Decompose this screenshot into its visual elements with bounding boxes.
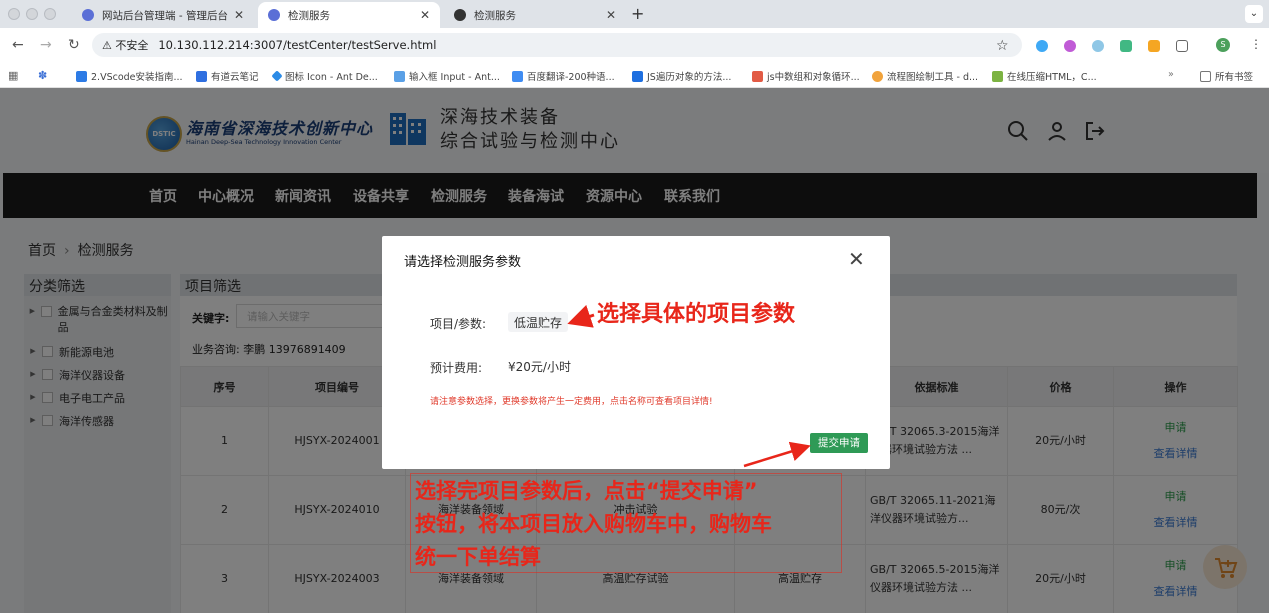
browser-tab-admin[interactable]: 网站后台管理端 - 管理后台 ✕ bbox=[72, 2, 254, 28]
reload-icon[interactable]: ↻ bbox=[68, 37, 80, 53]
tab-close-icon[interactable]: ✕ bbox=[606, 8, 616, 22]
security-warning[interactable]: ⚠ 不安全 bbox=[102, 37, 148, 53]
annotation-arrow-param bbox=[567, 304, 595, 328]
bookmark-item[interactable]: 2.VScode安装指南... bbox=[76, 69, 183, 83]
forward-arrow-icon[interactable]: → bbox=[40, 37, 52, 53]
browser-tab-testserve-2[interactable]: 检测服务 ✕ bbox=[444, 2, 626, 28]
annotation-select-param: 选择具体的项目参数 bbox=[597, 302, 796, 327]
antd-icon bbox=[271, 70, 283, 82]
vscode-icon bbox=[76, 70, 87, 82]
globe-icon bbox=[454, 9, 466, 21]
vuetify-icon bbox=[394, 70, 405, 82]
all-bookmarks-button[interactable]: 所有书签 bbox=[1200, 69, 1253, 83]
address-bar[interactable]: ⚠ 不安全 10.130.112.214:3007/testCenter/tes… bbox=[92, 33, 1022, 57]
extension-vue-icon[interactable] bbox=[1120, 40, 1132, 52]
browser-tab-testserve[interactable]: 检测服务 ✕ bbox=[258, 2, 440, 28]
paw-icon[interactable]: ✽ bbox=[38, 69, 47, 82]
juejin-icon bbox=[752, 70, 763, 82]
bookmark-item[interactable]: js中数组和对象循环... bbox=[752, 69, 860, 83]
tab-search-chevron-icon[interactable]: ⌄ bbox=[1245, 5, 1263, 23]
extension-gear-icon[interactable] bbox=[1092, 40, 1104, 52]
tab-title: 网站后台管理端 - 管理后台 bbox=[102, 9, 228, 22]
bookmark-star-icon[interactable]: ☆ bbox=[996, 38, 1009, 54]
bookmark-item[interactable]: 图标 Icon - Ant De... bbox=[271, 69, 378, 83]
url-text: 10.130.112.214:3007/testCenter/testServe… bbox=[158, 38, 437, 52]
bookmarks-bar: ▦ ✽ 2.VScode安装指南... 有道云笔记 图标 Icon - Ant … bbox=[0, 62, 1269, 88]
window-close-dot[interactable] bbox=[8, 8, 20, 20]
annotation-arrow-submit bbox=[743, 441, 811, 468]
bookmark-item[interactable]: 流程图绘制工具 - d... bbox=[872, 69, 978, 83]
browser-tab-strip: 网站后台管理端 - 管理后台 ✕ 检测服务 ✕ 检测服务 ✕ + ⌄ bbox=[0, 0, 1269, 28]
window-minimize-dot[interactable] bbox=[26, 8, 38, 20]
browser-toolbar: ← → ↻ ⚠ 不安全 10.130.112.214:3007/testCent… bbox=[0, 28, 1269, 62]
flowchart-icon bbox=[872, 70, 883, 82]
note-icon bbox=[196, 70, 207, 82]
extension-orange-icon[interactable] bbox=[1148, 40, 1160, 52]
page-viewport: DSTIC 海南省深海技术创新中心 Hainan Deep-Sea Techno… bbox=[0, 88, 1269, 613]
bookmark-item[interactable]: 在线压缩HTML，C... bbox=[992, 69, 1097, 83]
tab-close-icon[interactable]: ✕ bbox=[420, 8, 430, 22]
apps-grid-icon[interactable]: ▦ bbox=[8, 69, 18, 82]
tab-title: 检测服务 bbox=[474, 9, 516, 22]
profile-avatar[interactable]: S bbox=[1216, 38, 1230, 52]
bookmarks-overflow-button[interactable]: » bbox=[1168, 69, 1174, 80]
window-zoom-dot[interactable] bbox=[44, 8, 56, 20]
tab-title: 检测服务 bbox=[288, 9, 330, 22]
zhihu-icon bbox=[632, 70, 643, 82]
translate-icon bbox=[512, 70, 523, 82]
extension-chat-icon[interactable] bbox=[1036, 40, 1048, 52]
bookmark-item[interactable]: 输入框 Input - Ant... bbox=[394, 69, 500, 83]
extension-brain-icon[interactable] bbox=[1064, 40, 1076, 52]
folder-icon bbox=[1200, 70, 1211, 82]
site-favicon-icon bbox=[268, 9, 280, 21]
extensions-puzzle-icon[interactable] bbox=[1176, 40, 1188, 52]
bookmark-item[interactable]: 百度翻译-200种语... bbox=[512, 69, 615, 83]
bookmark-item[interactable]: 有道云笔记 bbox=[196, 69, 259, 83]
compress-icon bbox=[992, 70, 1003, 82]
site-favicon-icon bbox=[82, 9, 94, 21]
annotation-submit-hint: 选择完项目参数后，点击“提交申请” 按钮，将本项目放入购物车中，购物车 统一下单… bbox=[415, 479, 772, 569]
new-tab-button[interactable]: + bbox=[631, 4, 644, 23]
bookmark-item[interactable]: JS遍历对象的方法... bbox=[632, 69, 731, 83]
browser-menu-icon[interactable]: ⋮ bbox=[1250, 37, 1262, 51]
tab-close-icon[interactable]: ✕ bbox=[234, 8, 244, 22]
back-arrow-icon[interactable]: ← bbox=[12, 37, 24, 53]
